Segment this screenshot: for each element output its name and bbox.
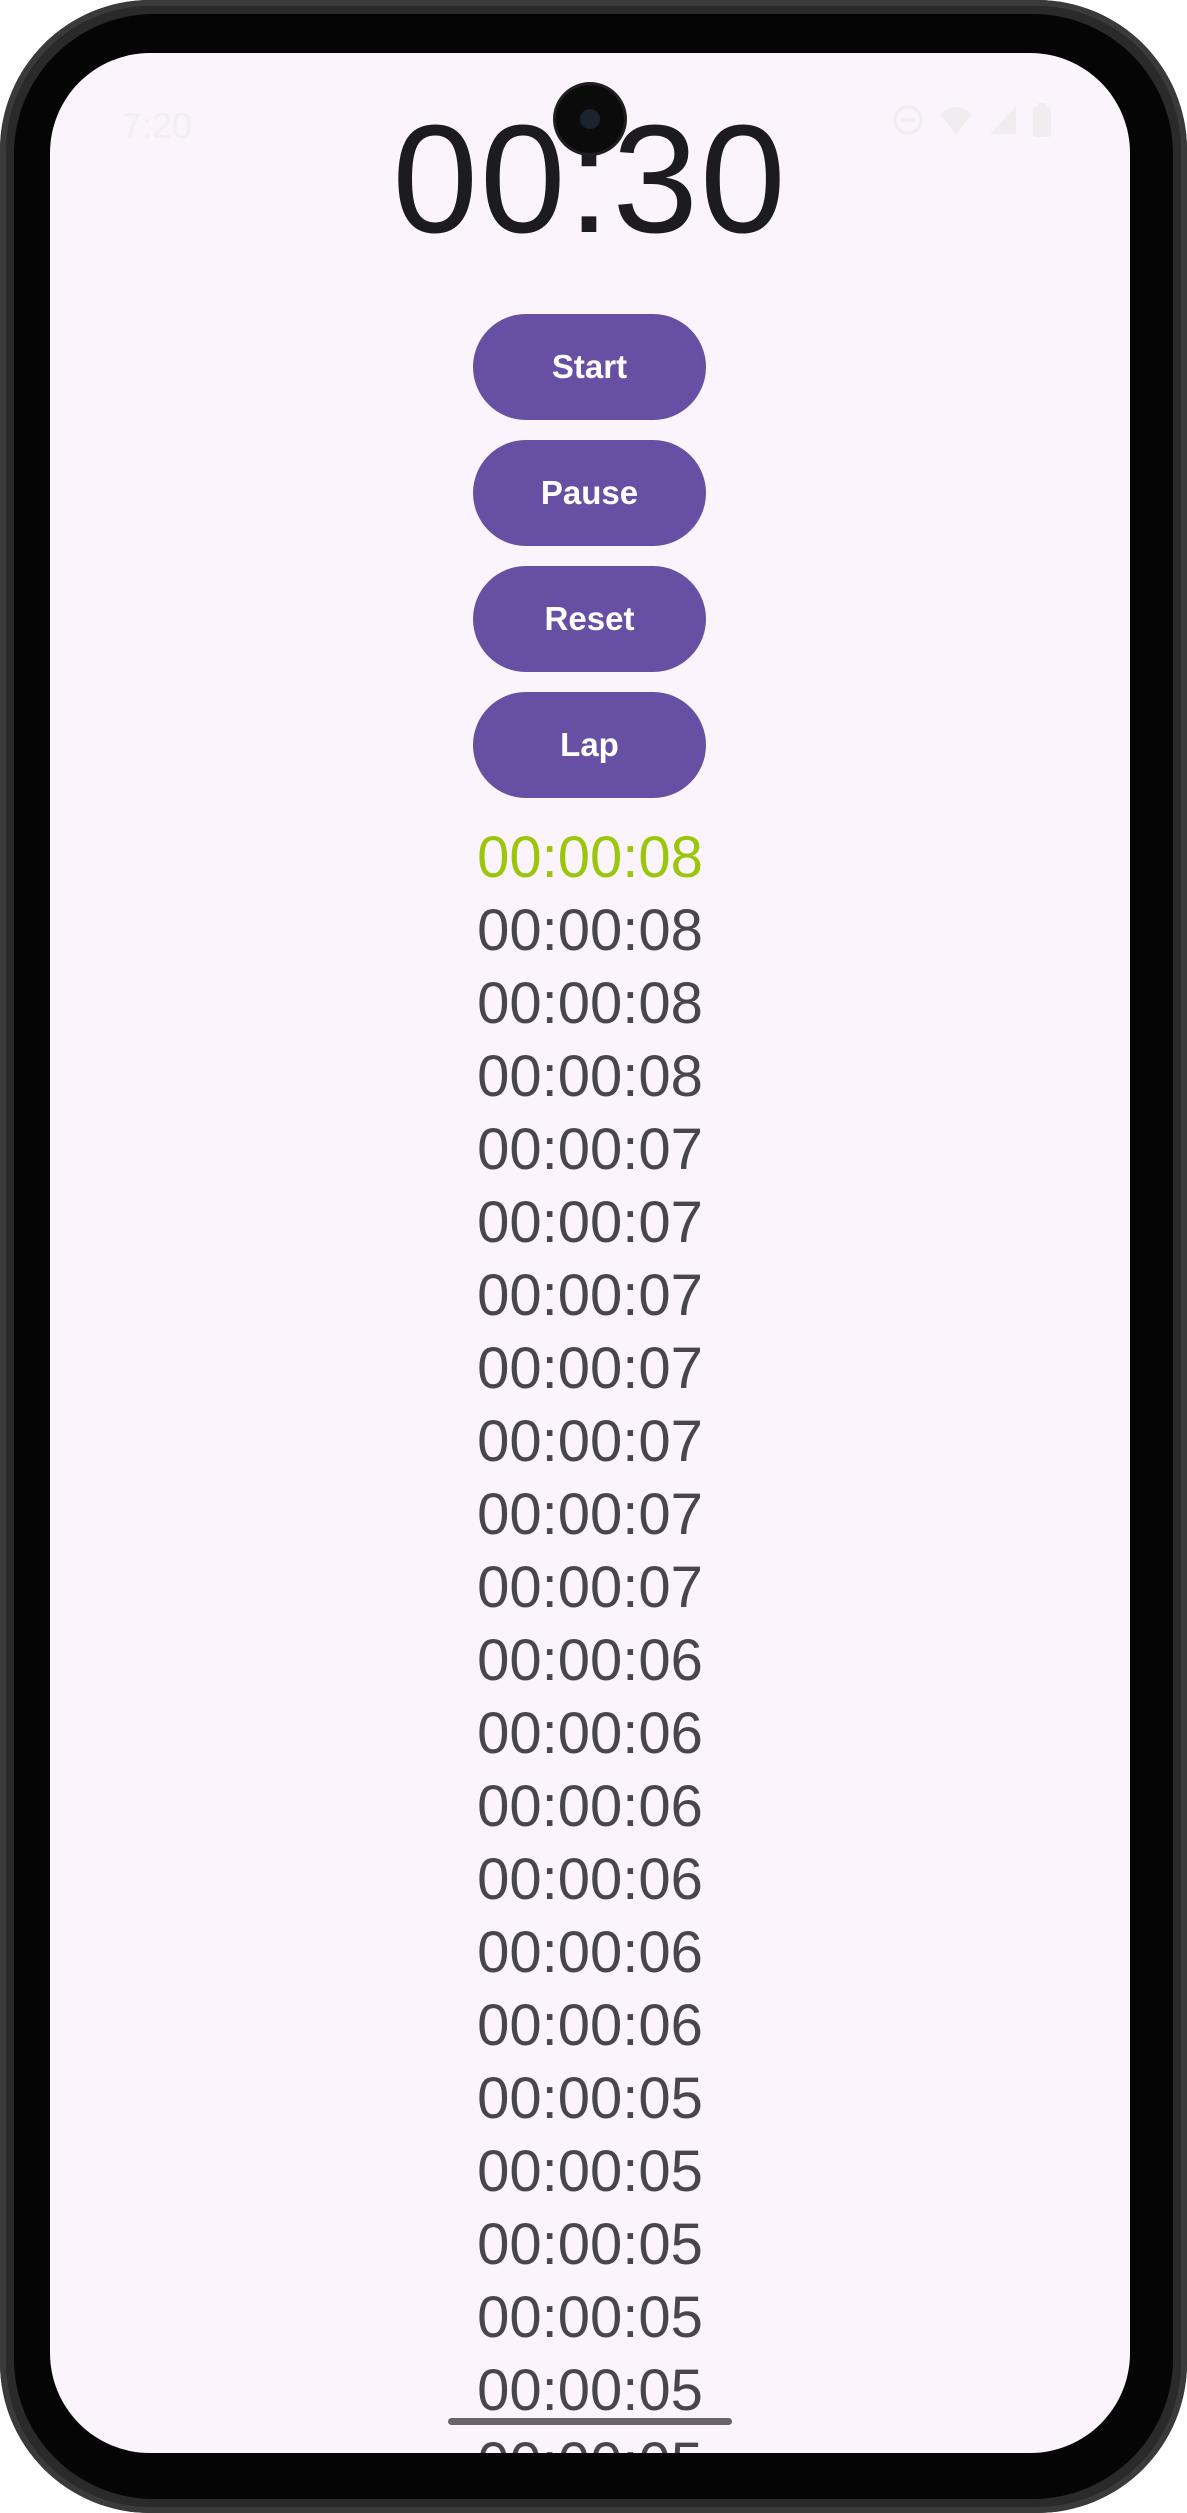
lap-time: 00:00:06 (477, 1628, 703, 1693)
pause-button[interactable]: Pause (473, 440, 706, 546)
app-screen: 7:20 00:30 Start Pause Reset Lap 00:00:0… (50, 53, 1130, 2453)
lap-time: 00:00:06 (477, 1920, 703, 1985)
gesture-nav-handle[interactable] (448, 2418, 732, 2425)
lap-time: 00:00:07 (477, 1190, 703, 1255)
lap-time: 00:00:07 (477, 1555, 703, 1620)
lap-time: 00:00:06 (477, 1774, 703, 1839)
lap-time: 00:00:05 (477, 2212, 703, 2277)
lap-time: 00:00:06 (477, 1701, 703, 1766)
lap-time: 00:00:07 (477, 1336, 703, 1401)
lap-time: 00:00:07 (477, 1482, 703, 1547)
lap-time: 00:00:05 (477, 2066, 703, 2131)
lap-time: 00:00:05 (477, 2358, 703, 2423)
front-camera (556, 85, 624, 153)
lap-button[interactable]: Lap (473, 692, 706, 798)
lap-time: 00:00:05 (50, 2427, 1130, 2453)
phone-frame: 7:20 00:30 Start Pause Reset Lap 00:00:0… (0, 0, 1187, 2513)
lap-time: 00:00:08 (477, 1044, 703, 1109)
start-button[interactable]: Start (473, 314, 706, 420)
lap-time: 00:00:07 (477, 1117, 703, 1182)
lap-time: 00:00:07 (477, 1409, 703, 1474)
lap-time: 00:00:05 (477, 2139, 703, 2204)
reset-button[interactable]: Reset (473, 566, 706, 672)
lap-time: 00:00:06 (477, 1993, 703, 2058)
lap-time: 00:00:05 (477, 2285, 703, 2350)
lap-time: 00:00:07 (477, 1263, 703, 1328)
latest-lap-time: 00:00:08 (477, 825, 703, 890)
lap-time: 00:00:06 (477, 1847, 703, 1912)
lap-time: 00:00:08 (477, 971, 703, 1036)
lap-time: 00:00:08 (477, 898, 703, 963)
